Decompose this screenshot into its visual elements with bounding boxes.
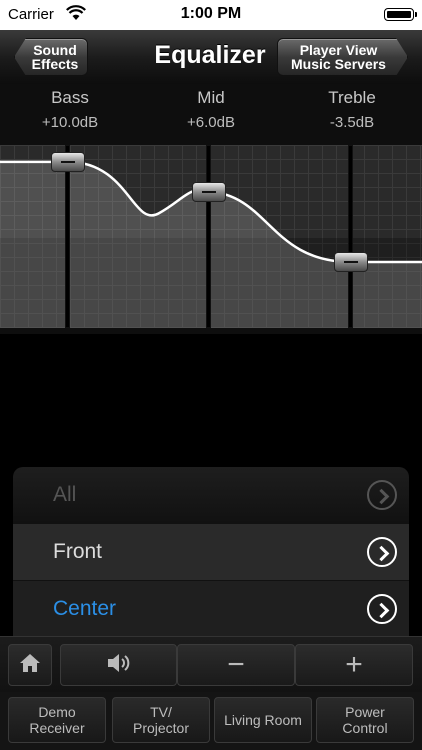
- mid-slider-track[interactable]: [206, 145, 211, 328]
- zone-living-room[interactable]: Living Room: [214, 697, 312, 743]
- zone-demo-receiver[interactable]: Demo Receiver: [8, 697, 106, 743]
- battery-icon: [384, 8, 417, 21]
- home-button[interactable]: [8, 644, 52, 686]
- control-toolbar: − +: [0, 636, 422, 693]
- band-bass: Bass +10.0dB: [20, 88, 120, 131]
- minus-icon: −: [227, 648, 245, 681]
- zone-label: Demo Receiver: [29, 704, 85, 736]
- eq-curve: [0, 160, 422, 328]
- volume-up-button[interactable]: +: [295, 644, 413, 686]
- home-icon: [19, 653, 41, 678]
- equalizer-panel: Bass +10.0dB Mid +6.0dB Treble -3.5dB: [0, 84, 422, 334]
- treble-slider-knob[interactable]: [334, 251, 368, 272]
- volume-button[interactable]: [60, 644, 177, 686]
- zone-toolbar: Demo Receiver TV/ Projector Living Room …: [0, 692, 422, 750]
- zone-tv-projector[interactable]: TV/ Projector: [112, 697, 210, 743]
- speaker-icon: [106, 652, 132, 679]
- list-item-front[interactable]: Front: [13, 524, 409, 581]
- volume-down-button[interactable]: −: [177, 644, 295, 686]
- bass-slider-knob[interactable]: [51, 151, 85, 172]
- zone-power-control[interactable]: Power Control: [316, 697, 414, 743]
- zone-label: Living Room: [224, 712, 302, 728]
- chevron-right-icon: [367, 594, 397, 624]
- sound-effects-label: Sound Effects: [31, 42, 79, 72]
- player-view-label: Player View Music Servers: [291, 42, 386, 72]
- band-mid: Mid +6.0dB: [161, 88, 261, 131]
- treble-slider-track[interactable]: [348, 145, 353, 328]
- chevron-right-icon: [367, 537, 397, 567]
- list-item-label: All: [53, 483, 77, 506]
- band-treble: Treble -3.5dB: [302, 88, 402, 131]
- list-item-all[interactable]: All: [13, 467, 409, 524]
- mid-slider-knob[interactable]: [192, 181, 226, 202]
- zone-label: Power Control: [342, 704, 388, 736]
- sound-effects-button[interactable]: Sound Effects: [14, 38, 88, 76]
- navigation-bar: Sound Effects Equalizer Player View Musi…: [0, 30, 422, 85]
- list-item-center[interactable]: Center: [13, 581, 409, 637]
- page-title: Equalizer: [154, 41, 266, 69]
- band-value: -3.5dB: [329, 114, 375, 131]
- plus-icon: +: [345, 648, 363, 681]
- band-value: +6.0dB: [187, 114, 235, 131]
- status-bar: Carrier 1:00 PM: [0, 0, 422, 30]
- band-name: Bass: [51, 88, 89, 107]
- band-name: Mid: [197, 88, 225, 107]
- chevron-right-icon: [367, 480, 397, 510]
- list-item-label: Center: [53, 597, 117, 620]
- zone-label: TV/ Projector: [132, 704, 190, 736]
- player-view-button[interactable]: Player View Music Servers: [277, 38, 408, 76]
- band-name: Treble: [328, 88, 376, 107]
- speaker-list: All Front Center: [13, 467, 409, 637]
- clock: 1:00 PM: [180, 5, 242, 22]
- band-value: +10.0dB: [41, 114, 99, 131]
- bass-slider-track[interactable]: [65, 145, 70, 328]
- list-item-label: Front: [53, 540, 103, 563]
